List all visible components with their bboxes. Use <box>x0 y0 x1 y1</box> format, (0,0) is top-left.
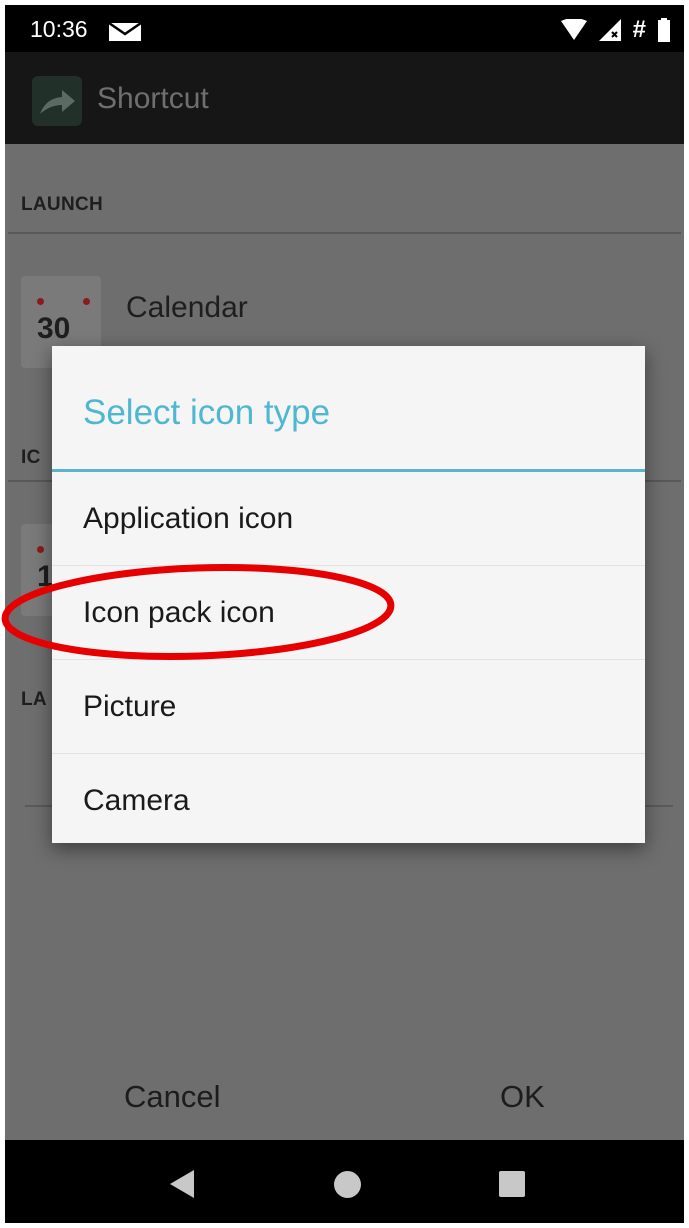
signal-icon <box>598 19 621 41</box>
option-picture[interactable]: Picture <box>52 660 645 754</box>
navigation-bar <box>5 1140 684 1223</box>
launch-divider <box>8 232 681 234</box>
shortcut-arrow-icon <box>32 76 82 126</box>
current-icon-dot <box>37 546 44 553</box>
ok-button[interactable]: OK <box>500 1079 545 1115</box>
launch-item-title[interactable]: Calendar <box>126 291 248 325</box>
icon-header: IC <box>21 447 41 468</box>
option-label: Picture <box>83 690 177 723</box>
calendar-dot-left <box>37 298 44 305</box>
recents-icon[interactable] <box>499 1171 525 1197</box>
home-icon[interactable] <box>334 1171 361 1198</box>
cancel-button[interactable]: Cancel <box>124 1079 221 1115</box>
launch-header: LAUNCH <box>21 194 104 215</box>
calendar-icon-number: 30 <box>37 312 71 345</box>
hash-icon: # <box>632 16 646 43</box>
option-label: Camera <box>83 784 190 817</box>
status-bar: 10:36 # <box>5 5 684 52</box>
calendar-dot-right <box>83 298 90 305</box>
action-bar: Shortcut <box>5 52 684 144</box>
wifi-icon <box>560 19 587 40</box>
option-camera[interactable]: Camera <box>52 754 645 848</box>
back-icon[interactable] <box>170 1170 194 1198</box>
battery-icon <box>658 18 670 42</box>
status-time: 10:36 <box>30 16 88 42</box>
option-label: Application icon <box>83 502 294 535</box>
dialog-title: Select icon type <box>83 393 331 432</box>
status-icons: # <box>560 16 670 43</box>
label-header: LA <box>21 689 47 710</box>
option-application-icon[interactable]: Application icon <box>52 472 645 566</box>
highlight-ellipse <box>1 564 395 660</box>
app-title: Shortcut <box>97 82 209 115</box>
mail-icon <box>108 22 142 41</box>
shortcut-arrow-glyph <box>40 90 75 114</box>
